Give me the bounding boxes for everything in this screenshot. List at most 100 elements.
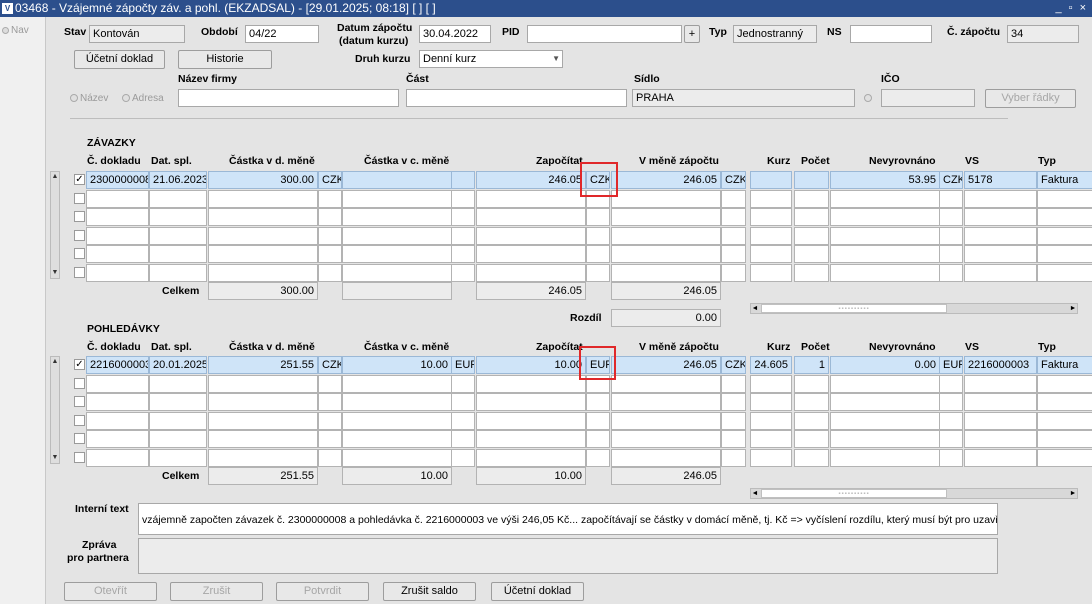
cell-mena-z[interactable] [586,448,610,467]
cell-v-mene[interactable] [611,245,721,263]
cell-castka-c[interactable] [342,430,452,448]
cell-pocet[interactable] [794,430,829,448]
table-row[interactable] [50,430,1092,448]
cell-castka-d[interactable] [208,208,318,226]
cell-zapocitat[interactable] [476,226,586,245]
nazev-firmy-field[interactable] [178,89,399,107]
cell-kurz[interactable] [750,430,792,448]
cell-pocet[interactable] [794,411,829,430]
cell-kurz[interactable] [750,393,792,411]
cell-mena-n[interactable] [939,411,963,430]
stav-field[interactable]: Kontován [89,25,185,43]
cell-castka-d[interactable] [208,374,318,393]
table-row[interactable] [50,374,1092,393]
cell-pocet[interactable] [794,226,829,245]
row-checkbox[interactable] [74,229,85,241]
cell-mena-v[interactable] [721,374,746,393]
cell-mena-c[interactable] [451,448,475,467]
row-checkbox[interactable]: ✓ [74,174,85,185]
table-row[interactable]: ✓ 2300000008 21.06.2023 300.00 CZK 246.05 CZK 2… [50,171,1092,189]
cell-zapocitat[interactable] [476,374,586,393]
cell-mena-d[interactable] [318,245,342,263]
cell-mena-d[interactable] [318,411,342,430]
cell-typ[interactable] [1037,263,1092,282]
cell-castka-d[interactable]: 300.00 [208,171,318,189]
cell-kurz[interactable] [750,245,792,263]
cell-mena-c[interactable] [451,430,475,448]
cislo-zapoctu-field[interactable]: 34 [1007,25,1079,43]
cell-v-mene[interactable] [611,263,721,282]
cell-zapocitat[interactable]: 10.00 [476,356,586,374]
cell-nevyrovnano[interactable]: 0.00 [830,356,940,374]
cell-typ[interactable] [1037,189,1092,208]
cell-castka-d[interactable] [208,430,318,448]
cell-castka-c[interactable] [342,189,452,208]
cell-vs[interactable] [964,430,1037,448]
cell-mena-d[interactable] [318,208,342,226]
cell-zapocitat[interactable] [476,189,586,208]
cell-vs[interactable] [964,263,1037,282]
cell-castka-d[interactable] [208,189,318,208]
row-checkbox[interactable] [74,266,85,278]
cell-typ[interactable] [1037,393,1092,411]
cell-mena-c[interactable] [451,393,475,411]
cell-nevyrovnano[interactable] [830,374,940,393]
cell-nevyrovnano[interactable] [830,448,940,467]
cell-doklad[interactable]: 2300000008 [86,171,149,189]
zavazky-hscroll-thumb[interactable]: ▪▪▪▪▪▪▪▪▪▪ [761,304,947,313]
cell-kurz[interactable] [750,374,792,393]
cell-pocet[interactable] [794,171,829,189]
cell-v-mene[interactable] [611,189,721,208]
row-checkbox[interactable]: ✓ [74,359,85,370]
cell-vs[interactable] [964,189,1037,208]
cell-castka-c[interactable]: 10.00 [342,356,452,374]
cell-mena-z[interactable] [586,226,610,245]
zavazky-hscroll[interactable]: ◄ ▪▪▪▪▪▪▪▪▪▪ ► [750,303,1078,314]
interni-text-field[interactable]: vzájemně započten závazek č. 2300000008 … [138,503,998,535]
cell-doklad[interactable] [86,430,149,448]
cell-doklad[interactable]: 2216000003 [86,356,149,374]
cell-vs[interactable] [964,411,1037,430]
cell-v-mene[interactable]: 246.05 [611,356,721,374]
cell-mena-v[interactable] [721,448,746,467]
zprava-field[interactable] [138,538,998,574]
table-row[interactable] [50,189,1092,208]
radio-ico[interactable] [864,93,874,104]
cell-mena-v[interactable] [721,245,746,263]
row-checkbox[interactable] [74,211,85,222]
cell-mena-d[interactable] [318,374,342,393]
cell-mena-z[interactable] [586,411,610,430]
cell-dat-spl[interactable] [149,430,207,448]
cell-doklad[interactable] [86,189,149,208]
row-checkbox[interactable] [74,396,85,407]
table-row[interactable] [50,411,1092,430]
cell-typ[interactable] [1037,430,1092,448]
table-row[interactable] [50,393,1092,411]
cell-mena-n[interactable] [939,374,963,393]
cell-castka-c[interactable] [342,374,452,393]
cell-dat-spl[interactable] [149,189,207,208]
cell-vs[interactable] [964,208,1037,226]
scroll-right-icon[interactable]: ► [1069,304,1077,313]
cell-nevyrovnano[interactable] [830,393,940,411]
cell-dat-spl[interactable] [149,374,207,393]
cell-mena-n[interactable] [939,393,963,411]
cell-v-mene[interactable] [611,226,721,245]
cell-mena-c[interactable] [451,245,475,263]
cell-mena-c[interactable] [451,208,475,226]
cell-typ[interactable] [1037,411,1092,430]
cell-castka-c[interactable] [342,393,452,411]
cell-zapocitat[interactable] [476,208,586,226]
cell-nevyrovnano[interactable] [830,411,940,430]
cell-zapocitat[interactable]: 246.05 [476,171,586,189]
cell-castka-d[interactable] [208,263,318,282]
cell-vs[interactable]: 5178 [964,171,1037,189]
cell-castka-d[interactable] [208,226,318,245]
cell-mena-z[interactable] [586,393,610,411]
cell-vs[interactable] [964,448,1037,467]
radio-nazev[interactable]: Název [70,93,108,104]
cell-mena-n[interactable]: CZK [939,171,963,189]
cell-dat-spl[interactable] [149,263,207,282]
cell-pocet[interactable] [794,393,829,411]
cell-mena-v[interactable] [721,226,746,245]
